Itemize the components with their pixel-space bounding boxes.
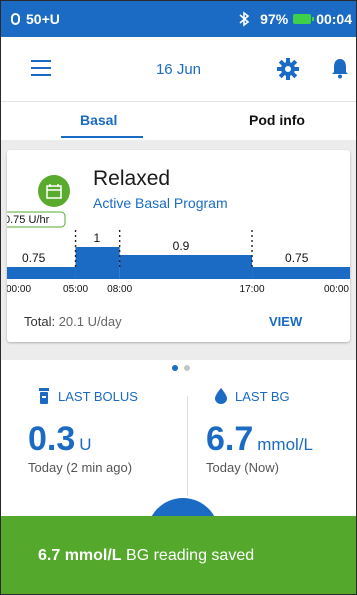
last-bg-header: LAST BG <box>215 388 290 404</box>
basal-segment-bar <box>75 247 120 279</box>
toast-notification: 6.7 mmol/L BG reading saved <box>1 516 356 594</box>
tab-pod-info[interactable]: Pod info <box>249 112 305 128</box>
bluetooth-icon <box>239 11 250 27</box>
calendar-icon <box>46 184 62 199</box>
view-button[interactable]: VIEW <box>269 314 302 329</box>
header-date: 16 Jun <box>155 61 202 78</box>
basal-segment-label: 0.75 <box>22 251 46 265</box>
tab-bar: Basal Pod info <box>1 101 356 139</box>
basal-segment-label: 0.9 <box>173 239 190 253</box>
basal-segment-bar <box>252 267 350 279</box>
bell-icon[interactable] <box>331 57 349 79</box>
divider <box>187 396 188 496</box>
status-bar: 50+U 97% 00:04 <box>1 1 356 37</box>
bolus-amount: 0.3 <box>28 420 76 458</box>
bolus-icon <box>39 388 49 404</box>
page-dot <box>184 365 190 371</box>
app-screen: 50+U 97% 00:04 16 Jun Basal Pod info Rel… <box>0 0 357 595</box>
pod-icon <box>11 13 20 25</box>
total-value: 20.1 U/day <box>58 314 122 329</box>
program-name: Relaxed <box>93 167 171 190</box>
basal-segment-label: 1 <box>94 231 101 245</box>
drop-icon <box>215 388 227 404</box>
last-bg-value: 6.7 mmol/L <box>206 420 313 459</box>
basal-chart: 0.75 U/hr 0.75 1 0.9 0.75 00:00 05:00 08:00 17:… <box>7 211 350 295</box>
active-tab-indicator <box>61 136 143 138</box>
basal-program-card: Relaxed Active Basal Program 0.75 U/hr 0… <box>7 150 350 342</box>
x-tick-label: 00:00 <box>7 284 31 295</box>
summary-panel: LAST BOLUS LAST BG 0.3 U 6.7 mmol/L Toda… <box>1 374 356 504</box>
x-tick-label: 05:00 <box>63 284 88 295</box>
toast-message: BG reading saved <box>126 547 255 564</box>
x-tick-label: 17:00 <box>240 284 265 295</box>
basal-segment-bar <box>119 255 253 279</box>
bolus-unit: U <box>79 435 92 454</box>
status-label: 50+U <box>26 11 60 27</box>
basal-panel: Relaxed Active Basal Program 0.75 U/hr 0… <box>1 140 356 371</box>
last-bg-title: LAST BG <box>235 388 290 404</box>
basal-segment-bar <box>7 267 76 279</box>
x-tick-label: 00:00 <box>324 284 349 295</box>
total-daily-basal: Total: 20.1 U/day <box>24 314 122 329</box>
basal-segment-label: 0.75 <box>285 251 309 265</box>
header-bar: 16 Jun <box>1 37 356 102</box>
tab-basal[interactable]: Basal <box>80 112 117 128</box>
bg-unit: mmol/L <box>257 435 313 454</box>
clock: 00:04 <box>316 11 352 27</box>
program-icon <box>38 175 70 207</box>
last-bolus-header: LAST BOLUS <box>38 388 138 404</box>
battery-icon <box>293 14 315 24</box>
battery-percent: 97% <box>260 11 289 27</box>
last-bolus-value: 0.3 U <box>28 420 92 459</box>
toast-value: 6.7 mmol/L <box>38 547 122 564</box>
bg-time: Today (Now) <box>206 460 279 475</box>
page-dot-active <box>172 365 178 371</box>
x-tick-label: 08:00 <box>107 284 132 295</box>
bg-amount: 6.7 <box>206 420 254 458</box>
total-label: Total: <box>24 314 56 329</box>
page-indicator <box>172 365 196 371</box>
last-bolus-title: LAST BOLUS <box>58 388 138 404</box>
gear-icon[interactable] <box>276 57 300 81</box>
bolus-time: Today (2 min ago) <box>28 460 133 475</box>
current-rate-label: 0.75 U/hr <box>7 214 50 226</box>
